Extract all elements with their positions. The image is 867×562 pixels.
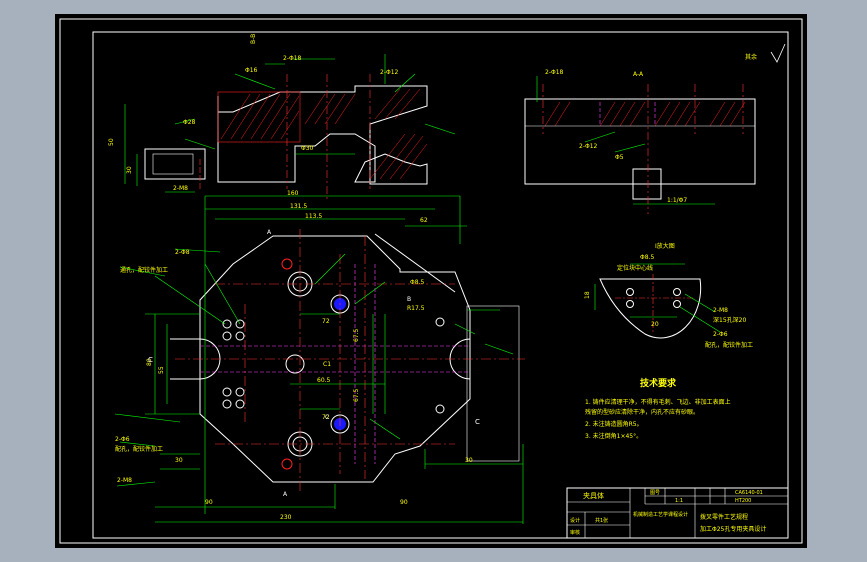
roughness-label: 其余 bbox=[745, 53, 757, 61]
callout-left-2phi6: 2-Φ6 bbox=[115, 436, 130, 443]
svg-text:Φ8.5: Φ8.5 bbox=[640, 254, 654, 261]
dim-c1: C1 bbox=[323, 361, 331, 368]
tb-company: 机械制造工艺学课程设计 bbox=[633, 511, 688, 518]
detail-label: I放大图 bbox=[655, 242, 675, 250]
tech-title: 技术要求 bbox=[640, 377, 677, 389]
detail-note: 定位块中心线 bbox=[617, 264, 653, 272]
inner-border bbox=[92, 31, 789, 539]
callout-left-2m8: 2-M8 bbox=[117, 477, 132, 484]
dim-18: 18 bbox=[584, 291, 591, 299]
tb-scale: 1:1 bbox=[675, 498, 683, 504]
dim-30b: 30 bbox=[465, 457, 473, 464]
section-label-aa: A-A bbox=[633, 71, 644, 78]
title-block: 夹具体 HT200 机械制造工艺学课程设计 CA6140-01 设计 审核 1:… bbox=[566, 487, 789, 539]
svg-text:C: C bbox=[325, 414, 329, 421]
svg-text:Φ16: Φ16 bbox=[245, 67, 258, 74]
tb-sheet: 共1张 bbox=[595, 517, 608, 524]
svg-text:2-Φ18: 2-Φ18 bbox=[283, 55, 302, 62]
dim-131: 131.5 bbox=[290, 203, 307, 210]
dim-67b: 67.5 bbox=[353, 388, 360, 402]
dim-phi8-5: Φ8.5 bbox=[410, 279, 424, 286]
tb-course-sub: 加工Φ25孔专用夹具设计 bbox=[700, 525, 766, 533]
svg-text:1:1/Φ7: 1:1/Φ7 bbox=[667, 197, 687, 204]
tb-checker: 审核 bbox=[570, 529, 580, 536]
detail-view: Φ8.5 定位块中心线 18 20 2-M8 深15孔深20 2-Φ6 配孔，配… bbox=[584, 242, 753, 349]
svg-text:20: 20 bbox=[651, 321, 659, 328]
svg-text:30: 30 bbox=[126, 166, 133, 174]
tb-stage: 图号 bbox=[650, 490, 660, 496]
dim-r17: R17.5 bbox=[407, 305, 425, 312]
svg-text:2-M8: 2-M8 bbox=[173, 185, 188, 192]
plan-view: 160 131.5 113.5 62 72 72 60.5 67.5 67.5 … bbox=[114, 190, 525, 524]
tech-item-4: 3. 未注倒角1×45°。 bbox=[585, 432, 642, 440]
svg-text:B: B bbox=[407, 296, 411, 303]
callout-right-note1: 深15孔深20 bbox=[713, 316, 746, 324]
dim-72a: 72 bbox=[322, 318, 330, 325]
dim-62: 62 bbox=[420, 217, 428, 224]
dim-90b: 90 bbox=[400, 499, 408, 506]
tech-item-3: 2. 未注铸造圆角R5。 bbox=[585, 420, 643, 428]
tech-requirements: 技术要求 1. 铸件应清理干净，不得有毛刺、飞边、非加工表面上 残留的型砂应清除… bbox=[585, 377, 731, 440]
section-view-left: 50 30 2-M8 Φ30 2-Φ18 Φ16 Φ28 2-Φ12 B-B bbox=[108, 34, 456, 199]
dim-67a: 67.5 bbox=[353, 328, 360, 342]
dim-55: 55 bbox=[158, 366, 165, 374]
tech-item-2: 残留的型砂应清除干净，内孔不应有砂眼。 bbox=[585, 408, 699, 416]
callout-right-2phi6: 2-Φ6 bbox=[713, 331, 728, 338]
svg-text:A: A bbox=[283, 491, 288, 498]
svg-text:C: C bbox=[148, 356, 153, 364]
dim-60: 60.5 bbox=[317, 377, 331, 384]
callout-left-note2: 配孔，配铰件加工 bbox=[115, 445, 163, 453]
callout-left-2phi8: 2-Φ8 bbox=[175, 249, 190, 256]
svg-text:C: C bbox=[475, 418, 480, 426]
callout-right-2m8: 2-M8 bbox=[713, 307, 728, 314]
screenshot-frame: 50 30 2-M8 Φ30 2-Φ18 Φ16 Φ28 2-Φ12 B-B 2… bbox=[0, 0, 867, 562]
cad-canvas: 50 30 2-M8 Φ30 2-Φ18 Φ16 Φ28 2-Φ12 B-B 2… bbox=[55, 14, 807, 548]
svg-text:A: A bbox=[267, 229, 272, 236]
dim-230: 230 bbox=[280, 514, 292, 521]
tech-item-1: 1. 铸件应清理干净，不得有毛刺、飞边、非加工表面上 bbox=[585, 398, 731, 406]
tb-drawing-no: CA6140-01 bbox=[735, 490, 763, 496]
tb-designer: 设计 bbox=[570, 517, 580, 524]
svg-text:Φ30: Φ30 bbox=[301, 145, 314, 152]
dim-90a: 90 bbox=[205, 499, 213, 506]
section-view-right: 2-Φ18 2-Φ12 Φ5 A-A 1:1/Φ7 其余 bbox=[524, 43, 786, 214]
section-label-bb: B-B bbox=[250, 34, 257, 44]
svg-text:Φ28: Φ28 bbox=[183, 119, 196, 126]
svg-text:Φ5: Φ5 bbox=[615, 154, 624, 161]
svg-text:50: 50 bbox=[108, 138, 115, 146]
roughness-symbol bbox=[770, 43, 786, 63]
callout-left-note1: 通孔，配铰件加工 bbox=[120, 266, 168, 274]
dim-113: 113.5 bbox=[305, 213, 322, 220]
outer-border bbox=[59, 18, 803, 544]
tb-course-title: 拨叉零件工艺规程 bbox=[700, 513, 748, 521]
dim-160: 160 bbox=[287, 190, 299, 197]
svg-text:2-Φ18: 2-Φ18 bbox=[545, 69, 564, 76]
tb-material: HT200 bbox=[735, 498, 751, 504]
callout-right-note2: 配孔，配铰件加工 bbox=[705, 341, 753, 349]
dim-30a: 30 bbox=[175, 457, 183, 464]
drawing-svg: 50 30 2-M8 Φ30 2-Φ18 Φ16 Φ28 2-Φ12 B-B 2… bbox=[59, 18, 803, 544]
svg-text:2-Φ12: 2-Φ12 bbox=[579, 143, 598, 150]
callout-2phi12: 2-Φ12 bbox=[380, 69, 399, 76]
tb-part-name: 夹具体 bbox=[583, 491, 604, 500]
